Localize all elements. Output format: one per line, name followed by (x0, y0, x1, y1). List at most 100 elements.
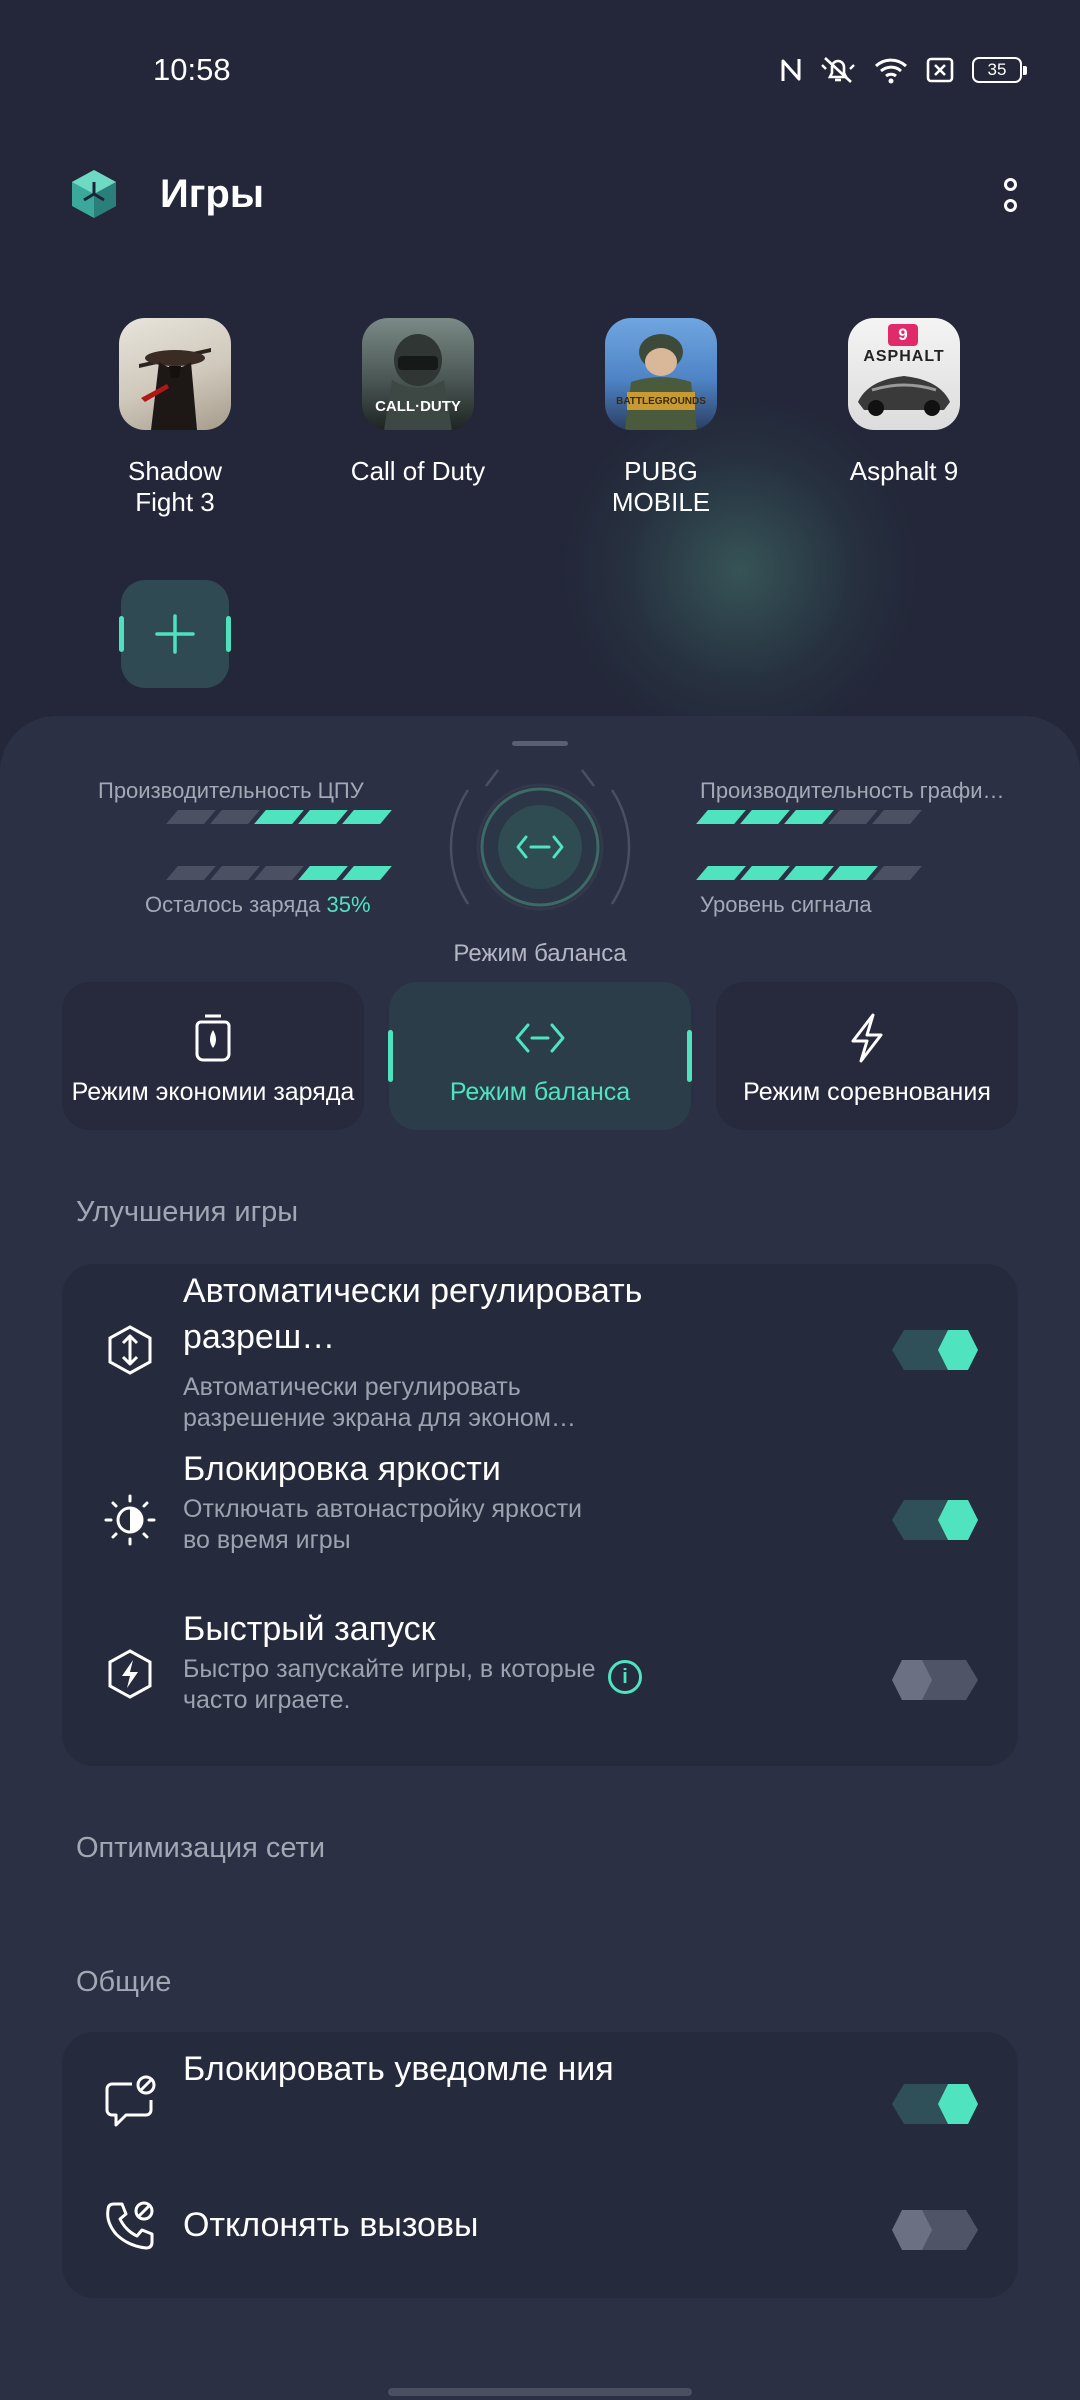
game-item[interactable]: 9 ASPHALT Asphalt 9 (794, 318, 1014, 487)
toggle-off-icon (892, 1660, 978, 1700)
level-bar-empty (166, 866, 216, 880)
call-of-duty-logo-text: CALL·DUTY (375, 398, 461, 415)
section-general-title: Общие (76, 1966, 172, 1998)
current-mode-label: Режим баланса (453, 940, 627, 967)
balance-icon (514, 1012, 566, 1064)
gpu-performance-bars (696, 810, 922, 824)
general-group: Блокировать уведомле ния Отклонять вызов… (62, 2032, 1018, 2298)
lightning-icon (841, 1012, 893, 1064)
toggle-brightness-lock[interactable] (892, 1500, 978, 1540)
level-bar-empty (828, 810, 878, 824)
battery-remaining: Осталось заряда 35% (145, 892, 371, 918)
toggle-on-icon (892, 1500, 978, 1540)
level-bar-filled (342, 810, 392, 824)
toggle-decline-calls[interactable] (892, 2210, 978, 2250)
decline-calls-icon (102, 2198, 158, 2254)
quick-launch-icon (102, 1646, 158, 1702)
enhancements-group: Автоматически регулировать разреш… Автом… (62, 1264, 1018, 1766)
setting-auto-resolution[interactable]: Автоматически регулировать разреш… Автом… (62, 1264, 1018, 1450)
level-bar-filled (696, 866, 746, 880)
game-name: Shadow Fight 3 (128, 456, 222, 517)
mode-dial (449, 769, 631, 911)
level-bar-empty (166, 810, 216, 824)
mode-label: Режим экономии заряда (71, 1078, 355, 1106)
shadow-fight-3-icon (119, 318, 231, 430)
level-bar-filled (298, 866, 348, 880)
level-bar-filled (254, 810, 304, 824)
block-notifications-icon (102, 2074, 158, 2130)
add-game-button[interactable] (119, 580, 231, 688)
setting-title: Блокировать уведомле ния (183, 2050, 614, 2088)
game-item[interactable]: CALL·DUTY Call of Duty (308, 318, 528, 487)
battery-saver-icon (187, 1012, 239, 1064)
setting-title: Быстрый запуск (183, 1610, 436, 1648)
toggle-auto-resolution[interactable] (892, 1330, 978, 1370)
mode-label: Режим соревнования (743, 1078, 991, 1106)
resolution-icon (102, 1322, 158, 1378)
status-bar: 10:58 35 (0, 0, 1080, 140)
game-name: Call of Duty (350, 456, 486, 486)
level-bar-filled (298, 810, 348, 824)
setting-title: Отклонять вызовы (183, 2206, 479, 2244)
drag-handle[interactable] (512, 741, 568, 746)
cpu-performance-bars (166, 810, 392, 824)
setting-block-notifications[interactable]: Блокировать уведомле ния (62, 2032, 1018, 2172)
pubg-mobile-icon: BATTLEGROUNDS (605, 318, 717, 430)
section-enhancements-title: Улучшения игры (76, 1196, 299, 1228)
games-logo-icon (72, 170, 116, 218)
level-bar-empty (872, 866, 922, 880)
app-header: Игры (0, 150, 1080, 240)
setting-quick-launch[interactable]: Быстрый запуск Быстро запускайте игры, в… (62, 1610, 1018, 1766)
level-bar-empty (872, 810, 922, 824)
more-dot-icon (1003, 178, 1017, 191)
call-of-duty-icon: CALL·DUTY (362, 318, 474, 430)
mode-battery-saver[interactable]: Режим экономии заряда (62, 982, 364, 1130)
game-name: PUBG MOBILE (611, 456, 711, 517)
asphalt-9-icon: 9 ASPHALT (848, 318, 960, 430)
more-options-button[interactable] (990, 170, 1030, 220)
mode-label: Режим баланса (449, 1078, 631, 1106)
game-name: Asphalt 9 (849, 456, 959, 486)
toggle-off-icon (892, 2210, 978, 2250)
info-icon[interactable]: i (608, 1660, 642, 1694)
status-time: 10:58 (153, 52, 231, 87)
toggle-on-icon (892, 1330, 978, 1370)
setting-brightness-lock[interactable]: Блокировка яркости Отключать автонастрой… (62, 1450, 1018, 1610)
brightness-icon (102, 1492, 158, 1548)
battery-level-bars (166, 866, 392, 880)
level-bar-filled (828, 866, 878, 880)
level-bar-empty (254, 866, 304, 880)
pubg-logo-text: BATTLEGROUNDS (616, 396, 706, 407)
toggle-quick-launch[interactable] (892, 1660, 978, 1700)
cpu-performance-label: Производительность ЦПУ (98, 778, 364, 803)
battery-remaining-label: Осталось заряда (145, 892, 321, 917)
level-bar-filled (740, 866, 790, 880)
game-item[interactable]: Shadow Fight 3 (65, 318, 285, 518)
more-dot-icon (1003, 199, 1017, 212)
level-bar-filled (740, 810, 790, 824)
setting-decline-calls[interactable]: Отклонять вызовы (62, 2172, 1018, 2298)
battery-remaining-value: 35% (326, 892, 371, 917)
section-network-title[interactable]: Оптимизация сети (76, 1832, 325, 1865)
toggle-on-icon (892, 2084, 978, 2124)
no-sim-icon (926, 57, 954, 83)
mode-balance[interactable]: Режим баланса (388, 982, 692, 1130)
setting-title: Автоматически регулировать разреш… (183, 1272, 643, 1356)
setting-title: Блокировка яркости (183, 1450, 501, 1488)
setting-subtitle: Автоматически регулировать разрешение эк… (183, 1373, 576, 1432)
level-bar-filled (784, 810, 834, 824)
game-item[interactable]: BATTLEGROUNDS PUBG MOBILE (551, 318, 771, 518)
nfc-icon (781, 59, 801, 81)
gpu-performance-label: Производительность графи… (700, 778, 1005, 803)
mode-competition[interactable]: Режим соревнования (716, 982, 1018, 1130)
plus-icon (155, 614, 195, 654)
signal-level-bars (696, 866, 922, 880)
gesture-navigation-bar[interactable] (388, 2388, 692, 2396)
setting-subtitle: Отключать автонастройку яркости во время… (183, 1495, 582, 1554)
wifi-icon (874, 58, 908, 84)
toggle-block-notifications[interactable] (892, 2084, 978, 2124)
silent-icon (821, 57, 855, 83)
level-bar-filled (342, 866, 392, 880)
level-bar-empty (210, 810, 260, 824)
battery-icon: 35 (972, 57, 1027, 83)
